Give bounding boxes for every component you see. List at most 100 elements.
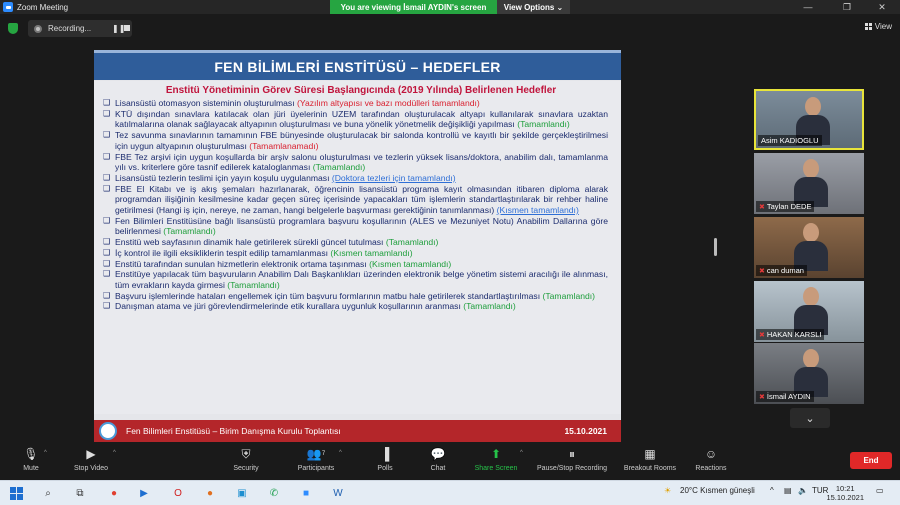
goal-status: (Doktora tezleri için tamamlandı) [331,172,456,183]
participant-video-tile[interactable]: Asim KADIOGLU [754,89,864,150]
window-title: Zoom Meeting [17,2,69,12]
share-resize-handle[interactable] [714,238,717,256]
slide-footer-date: 15.10.2021 [564,426,607,436]
goal-text: Lisansüstü tezlerin teslimi için yayın k… [115,172,332,183]
goal-status: (Tamamlandı) [227,279,280,290]
goal-item: ❑ FBE Tez arşivi için uygun koşullarda bi… [103,152,608,173]
security-button[interactable]: ⛨ Security [230,446,262,480]
participant-silhouette [794,349,828,397]
chevron-down-icon[interactable]: ⌄ [790,408,830,428]
goal-item: ❑ Tez savunma sınavlarının tamamının FBE … [103,130,608,151]
video-camera-icon: ▶ [86,447,96,461]
goal-status: (Tamamlanamadı) [249,140,319,151]
goal-item: ❑ Lisansüstü otomasyon sisteminin oluştur… [103,98,608,109]
task-view-icon[interactable]: ⧉ [72,485,88,501]
view-button[interactable]: View [864,22,892,31]
zoom-logo-icon [3,2,13,12]
end-meeting-button[interactable]: End [850,452,892,469]
muted-mic-icon: ✖ [759,203,765,211]
notifications-icon[interactable]: ▭ [876,486,884,495]
goal-item: ❑ FBE El Kitabı ve iş akış şemaları hazır… [103,184,608,216]
minimize-icon[interactable]: — [790,0,826,14]
participants-icon: 👥 7 [306,447,326,461]
chat-bubble-icon: 💬 [430,447,446,461]
view-options-button[interactable]: View Options ⌄ [497,0,570,14]
share-screen-button[interactable]: ⬆ Share Screen [472,446,520,480]
recording-pause-icon: ⏸ [568,446,575,461]
remote-desktop-icon[interactable]: ▣ [234,485,250,501]
windows-start-icon[interactable] [8,485,24,501]
goal-status: (Tamamlandı) [463,301,516,312]
participant-silhouette [794,223,828,271]
windows-taskbar: ⌕ ⧉ ● ▶ O ● ▣ ✆ ■ W ☀ 20°C Kısmen güneşl… [0,480,900,505]
checkbox-bullet-icon: ❑ [103,269,111,279]
goal-item: ❑ Fen Bilimleri Enstitüsüne bağlı lisansü… [103,216,608,237]
slide-subtitle: Enstitü Yönetiminin Görev Süresi Başlang… [165,85,557,96]
word-icon[interactable]: W [330,485,346,501]
goal-list: ❑ Lisansüstü otomasyon sisteminin oluştur… [103,98,608,312]
audio-options-caret[interactable]: ^ [44,450,47,456]
participant-video-tile[interactable]: ✖ Taylan DEDE [754,153,864,214]
checkbox-bullet-icon: ❑ [103,290,111,300]
checkbox-bullet-icon: ❑ [103,108,111,118]
participant-video-tile[interactable]: ✖ HAKAN KARSLI [754,281,864,342]
checkbox-bullet-icon: ❑ [103,258,111,268]
video-options-caret[interactable]: ^ [113,450,116,456]
checkbox-bullet-icon: ❑ [103,215,111,225]
participant-video-tile[interactable]: ✖ İsmail AYDIN [754,343,864,404]
participants-caret[interactable]: ^ [339,450,342,456]
maximize-icon[interactable]: ❐ [829,0,865,14]
tray-chevron-icon[interactable]: ^ [770,486,774,495]
participant-name-label: ✖ Taylan DEDE [756,201,815,212]
share-screen-arrow-icon: ⬆ [490,447,502,461]
goal-status: (Tamamlandı) [385,237,439,248]
goal-text: Enstitü web sayfasının dinamik hale geti… [115,237,386,248]
reactions-button[interactable]: ☺ Reactions [692,446,730,480]
zoom-taskbar-icon[interactable]: ■ [298,485,314,501]
slide-title: FEN BİLİMLERİ ENSTİTÜSÜ – HEDEFLER [94,50,621,80]
pause-recording-icon[interactable]: ❚❚ [112,20,125,37]
goal-status: (Kısmen tamamlandı) [330,247,413,258]
close-icon[interactable]: ✕ [864,0,900,14]
participant-name-label: ✖ HAKAN KARSLI [756,329,825,340]
goal-text: Enstitüye yapılacak tüm başvuruların Ana… [115,269,608,290]
participant-video-tile[interactable]: ✖ can duman [754,217,864,278]
breakout-rooms-button[interactable]: ▦ Breakout Rooms [620,446,680,480]
goal-text: Enstitü tarafından sunulan hizmetlerin e… [115,258,370,269]
participant-name-label: ✖ can duman [756,265,807,276]
goal-item: ❑ KTÜ dışından sınavlara katılacak olan j… [103,109,608,130]
mute-button[interactable]: 🎙 Mute [18,446,44,480]
network-icon[interactable]: ▤ [784,486,792,495]
recording-bar: Recording... ❚❚ View [0,14,900,44]
goal-status: (Tamamlandı) [312,162,366,173]
taskbar-clock[interactable]: 10:21 15.10.2021 [826,484,864,502]
checkbox-bullet-icon: ❑ [103,247,111,257]
chat-button[interactable]: 💬 Chat [428,446,448,480]
muted-mic-icon: ✖ [759,393,765,401]
chrome-icon[interactable]: ● [106,485,122,501]
whatsapp-icon[interactable]: ✆ [266,485,282,501]
search-icon[interactable]: ⌕ [40,485,56,501]
checkbox-bullet-icon: ❑ [103,301,111,311]
media-player-icon[interactable]: ▶ [136,485,152,501]
goal-item: ❑ İç kontrol ile ilgili eksikliklerin tes… [103,248,608,259]
volume-icon[interactable]: 🔈 [798,486,808,495]
pause-stop-recording-button[interactable]: ⏸ Pause/Stop Recording [532,446,612,480]
participant-name-label: Asim KADIOGLU [758,135,822,146]
goal-text: Tez savunma sınavlarının tamamının FBE b… [115,130,608,151]
participants-button[interactable]: 👥 7 Participants [294,446,338,480]
goal-status: (Kısmen tamamlandı) [369,258,452,269]
polls-button[interactable]: ▐ Polls [375,446,395,480]
weather-text[interactable]: 20°C Kısmen güneşli [680,486,755,495]
share-options-caret[interactable]: ^ [520,450,523,456]
stop-video-button[interactable]: ▶ Stop Video [70,446,112,480]
recording-label: Recording... [48,24,92,33]
opera-icon[interactable]: O [170,485,186,501]
stop-recording-icon[interactable] [124,25,130,31]
checkbox-bullet-icon: ❑ [103,151,111,161]
firefox-icon[interactable]: ● [202,485,218,501]
goal-status: (Tamamlandı) [163,226,216,237]
encryption-shield-icon[interactable] [8,23,18,34]
goal-item: ❑ Enstitü web sayfasının dinamik hale get… [103,237,608,248]
slide-footer: Fen Bilimleri Enstitüsü – Birim Danışma … [94,420,621,442]
